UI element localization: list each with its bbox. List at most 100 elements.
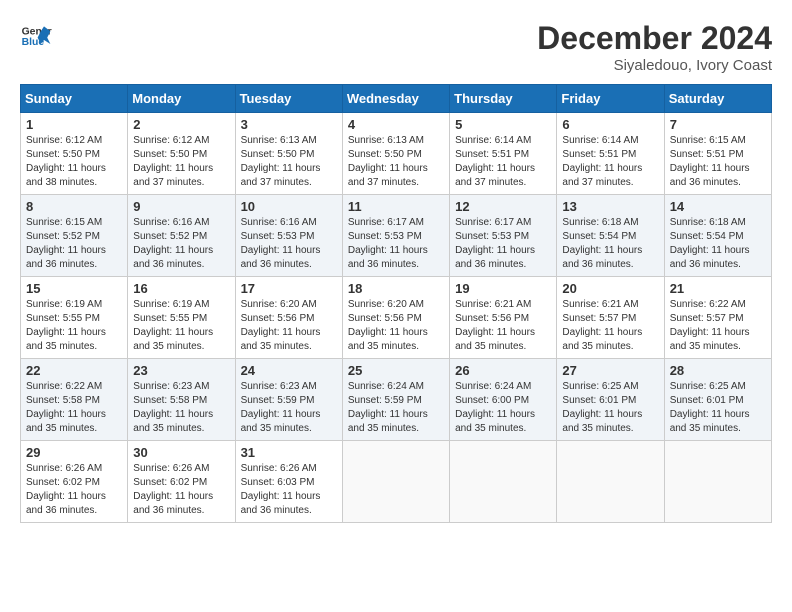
calendar-cell: 8 Sunrise: 6:15 AMSunset: 5:52 PMDaylight… — [21, 195, 128, 277]
calendar-cell: 9 Sunrise: 6:16 AMSunset: 5:52 PMDaylight… — [128, 195, 235, 277]
day-number: 10 — [241, 199, 337, 214]
day-info: Sunrise: 6:21 AMSunset: 5:57 PMDaylight:… — [562, 298, 658, 354]
day-number: 22 — [26, 363, 122, 378]
calendar-cell: 3 Sunrise: 6:13 AMSunset: 5:50 PMDaylight… — [235, 113, 342, 195]
weekday-header-sunday: Sunday — [21, 85, 128, 113]
logo: General Blue — [20, 20, 52, 52]
calendar-table: SundayMondayTuesdayWednesdayThursdayFrid… — [20, 84, 772, 523]
weekday-header-saturday: Saturday — [664, 85, 771, 113]
day-info: Sunrise: 6:18 AMSunset: 5:54 PMDaylight:… — [670, 216, 766, 272]
calendar-cell: 14 Sunrise: 6:18 AMSunset: 5:54 PMDayligh… — [664, 195, 771, 277]
calendar-title: December 2024 — [537, 20, 772, 57]
day-number: 15 — [26, 281, 122, 296]
day-info: Sunrise: 6:14 AMSunset: 5:51 PMDaylight:… — [455, 134, 551, 190]
day-number: 19 — [455, 281, 551, 296]
day-info: Sunrise: 6:23 AMSunset: 5:58 PMDaylight:… — [133, 380, 229, 436]
calendar-cell: 19Sunrise: 6:21 AMSunset: 5:56 PMDayligh… — [450, 277, 557, 359]
calendar-cell: 1 Sunrise: 6:12 AMSunset: 5:50 PMDaylight… — [21, 113, 128, 195]
day-number: 11 — [348, 199, 444, 214]
day-number: 17 — [241, 281, 337, 296]
day-number: 29 — [26, 445, 122, 460]
calendar-cell: 24 Sunrise: 6:23 AMSunset: 5:59 PMDayligh… — [235, 359, 342, 441]
calendar-cell — [342, 441, 449, 523]
day-number: 27 — [562, 363, 658, 378]
day-info: Sunrise: 6:16 AMSunset: 5:53 PMDaylight:… — [241, 216, 337, 272]
calendar-cell: 17 Sunrise: 6:20 AMSunset: 5:56 PMDayligh… — [235, 277, 342, 359]
day-number: 4 — [348, 117, 444, 132]
day-number: 26 — [455, 363, 551, 378]
weekday-header-monday: Monday — [128, 85, 235, 113]
day-number: 1 — [26, 117, 122, 132]
calendar-cell — [557, 441, 664, 523]
day-number: 8 — [26, 199, 122, 214]
day-number: 12 — [455, 199, 551, 214]
day-number: 9 — [133, 199, 229, 214]
calendar-cell: 28Sunrise: 6:25 AMSunset: 6:01 PMDayligh… — [664, 359, 771, 441]
day-number: 16 — [133, 281, 229, 296]
day-info: Sunrise: 6:25 AMSunset: 6:01 PMDaylight:… — [670, 380, 766, 436]
calendar-week-2: 8 Sunrise: 6:15 AMSunset: 5:52 PMDaylight… — [21, 195, 772, 277]
calendar-cell: 5 Sunrise: 6:14 AMSunset: 5:51 PMDaylight… — [450, 113, 557, 195]
calendar-cell: 22 Sunrise: 6:22 AMSunset: 5:58 PMDayligh… — [21, 359, 128, 441]
day-number: 5 — [455, 117, 551, 132]
calendar-cell: 25Sunrise: 6:24 AMSunset: 5:59 PMDayligh… — [342, 359, 449, 441]
day-info: Sunrise: 6:15 AMSunset: 5:51 PMDaylight:… — [670, 134, 766, 190]
calendar-cell: 7Sunrise: 6:15 AMSunset: 5:51 PMDaylight… — [664, 113, 771, 195]
calendar-cell: 18 Sunrise: 6:20 AMSunset: 5:56 PMDayligh… — [342, 277, 449, 359]
day-number: 18 — [348, 281, 444, 296]
day-info: Sunrise: 6:19 AMSunset: 5:55 PMDaylight:… — [26, 298, 122, 354]
calendar-cell: 31 Sunrise: 6:26 AMSunset: 6:03 PMDayligh… — [235, 441, 342, 523]
calendar-week-5: 29 Sunrise: 6:26 AMSunset: 6:02 PMDayligh… — [21, 441, 772, 523]
page-header: General Blue December 2024 Siyaledouo, I… — [20, 20, 772, 74]
calendar-cell — [664, 441, 771, 523]
calendar-cell: 2Sunrise: 6:12 AMSunset: 5:50 PMDaylight… — [128, 113, 235, 195]
day-number: 13 — [562, 199, 658, 214]
day-number: 24 — [241, 363, 337, 378]
day-number: 3 — [241, 117, 337, 132]
calendar-week-1: 1 Sunrise: 6:12 AMSunset: 5:50 PMDaylight… — [21, 113, 772, 195]
day-info: Sunrise: 6:20 AMSunset: 5:56 PMDaylight:… — [348, 298, 444, 354]
calendar-week-4: 22 Sunrise: 6:22 AMSunset: 5:58 PMDayligh… — [21, 359, 772, 441]
weekday-header-wednesday: Wednesday — [342, 85, 449, 113]
calendar-cell: 11 Sunrise: 6:17 AMSunset: 5:53 PMDayligh… — [342, 195, 449, 277]
day-info: Sunrise: 6:23 AMSunset: 5:59 PMDaylight:… — [241, 380, 337, 436]
day-info: Sunrise: 6:25 AMSunset: 6:01 PMDaylight:… — [562, 380, 658, 436]
calendar-cell: 10 Sunrise: 6:16 AMSunset: 5:53 PMDayligh… — [235, 195, 342, 277]
calendar-cell: 27 Sunrise: 6:25 AMSunset: 6:01 PMDayligh… — [557, 359, 664, 441]
day-info: Sunrise: 6:17 AMSunset: 5:53 PMDaylight:… — [348, 216, 444, 272]
calendar-cell: 26 Sunrise: 6:24 AMSunset: 6:00 PMDayligh… — [450, 359, 557, 441]
day-number: 14 — [670, 199, 766, 214]
day-info: Sunrise: 6:24 AMSunset: 6:00 PMDaylight:… — [455, 380, 551, 436]
day-info: Sunrise: 6:24 AMSunset: 5:59 PMDaylight:… — [348, 380, 444, 436]
day-info: Sunrise: 6:13 AMSunset: 5:50 PMDaylight:… — [348, 134, 444, 190]
day-info: Sunrise: 6:26 AMSunset: 6:03 PMDaylight:… — [241, 462, 337, 518]
day-info: Sunrise: 6:26 AMSunset: 6:02 PMDaylight:… — [26, 462, 122, 518]
day-info: Sunrise: 6:18 AMSunset: 5:54 PMDaylight:… — [562, 216, 658, 272]
calendar-week-3: 15 Sunrise: 6:19 AMSunset: 5:55 PMDayligh… — [21, 277, 772, 359]
day-number: 31 — [241, 445, 337, 460]
calendar-cell: 20 Sunrise: 6:21 AMSunset: 5:57 PMDayligh… — [557, 277, 664, 359]
calendar-cell — [450, 441, 557, 523]
day-info: Sunrise: 6:19 AMSunset: 5:55 PMDaylight:… — [133, 298, 229, 354]
day-info: Sunrise: 6:16 AMSunset: 5:52 PMDaylight:… — [133, 216, 229, 272]
weekday-header-row: SundayMondayTuesdayWednesdayThursdayFrid… — [21, 85, 772, 113]
weekday-header-tuesday: Tuesday — [235, 85, 342, 113]
calendar-cell: 4 Sunrise: 6:13 AMSunset: 5:50 PMDaylight… — [342, 113, 449, 195]
calendar-subtitle: Siyaledouo, Ivory Coast — [537, 57, 772, 74]
day-info: Sunrise: 6:13 AMSunset: 5:50 PMDaylight:… — [241, 134, 337, 190]
day-info: Sunrise: 6:15 AMSunset: 5:52 PMDaylight:… — [26, 216, 122, 272]
day-info: Sunrise: 6:22 AMSunset: 5:57 PMDaylight:… — [670, 298, 766, 354]
day-info: Sunrise: 6:22 AMSunset: 5:58 PMDaylight:… — [26, 380, 122, 436]
calendar-cell: 15 Sunrise: 6:19 AMSunset: 5:55 PMDayligh… — [21, 277, 128, 359]
day-number: 6 — [562, 117, 658, 132]
day-number: 23 — [133, 363, 229, 378]
title-area: December 2024 Siyaledouo, Ivory Coast — [537, 20, 772, 74]
calendar-cell: 23 Sunrise: 6:23 AMSunset: 5:58 PMDayligh… — [128, 359, 235, 441]
day-info: Sunrise: 6:20 AMSunset: 5:56 PMDaylight:… — [241, 298, 337, 354]
calendar-cell: 13 Sunrise: 6:18 AMSunset: 5:54 PMDayligh… — [557, 195, 664, 277]
day-info: Sunrise: 6:17 AMSunset: 5:53 PMDaylight:… — [455, 216, 551, 272]
logo-icon: General Blue — [20, 20, 52, 52]
day-number: 20 — [562, 281, 658, 296]
weekday-header-thursday: Thursday — [450, 85, 557, 113]
day-info: Sunrise: 6:12 AMSunset: 5:50 PMDaylight:… — [26, 134, 122, 190]
